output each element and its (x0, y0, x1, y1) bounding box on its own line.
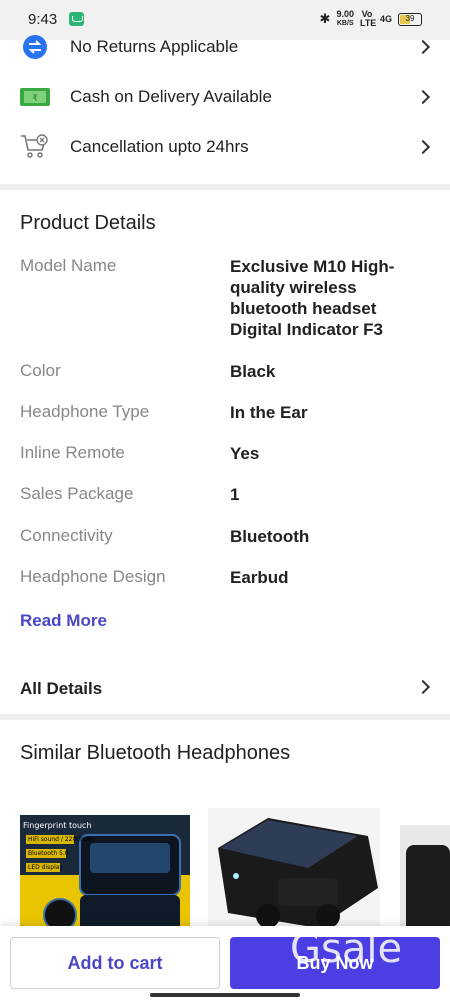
cart-cancel-icon (20, 134, 50, 160)
read-more-link[interactable]: Read More (20, 611, 107, 631)
spec-label: Connectivity (20, 526, 113, 545)
all-details-row[interactable]: All Details (0, 662, 450, 714)
spec-label: Sales Package (20, 484, 134, 503)
spec-value: In the Ear (230, 403, 308, 422)
spec-label: Inline Remote (20, 443, 125, 462)
watermark-logo: Gsale (290, 926, 403, 972)
policy-cash-on-delivery[interactable]: ₹ Cash on Delivery Available (0, 72, 450, 122)
cash-note-icon: ₹ (20, 84, 50, 110)
similar-products-title: Similar Bluetooth Headphones (20, 742, 291, 764)
spec-value: Bluetooth (230, 527, 310, 546)
similar-product-card[interactable] (400, 825, 450, 935)
chevron-right-icon (415, 89, 431, 105)
add-to-cart-button[interactable]: Add to cart (10, 937, 220, 989)
chevron-right-icon (415, 679, 431, 695)
spec-label: Color (20, 361, 61, 380)
policy-no-returns[interactable]: No Returns Applicable (0, 22, 450, 72)
product-image (400, 825, 450, 935)
chevron-right-icon (415, 139, 431, 155)
policy-label: Cash on Delivery Available (70, 87, 272, 106)
card-text: Fingerprint touch HiFi sound / 2200mAh B… (23, 819, 94, 875)
product-image (208, 808, 380, 935)
card-feature: Bluetooth 5.0 (28, 850, 69, 857)
spec-value: 1 (230, 485, 240, 504)
section-divider (0, 184, 450, 190)
svg-text:₹: ₹ (32, 94, 38, 104)
home-indicator[interactable] (150, 993, 300, 997)
card-feature: Fingerprint touch (23, 821, 92, 830)
spec-value: Black (230, 362, 276, 381)
spec-value: Yes (230, 444, 260, 463)
spec-label: Headphone Type (20, 402, 150, 421)
similar-product-card[interactable]: Fingerprint touch HiFi sound / 2200mAh B… (20, 815, 190, 935)
product-details-title: Product Details (20, 212, 156, 234)
return-arrows-icon (20, 34, 50, 60)
section-divider (0, 714, 450, 720)
spec-value: Earbud (230, 568, 289, 587)
all-details-label: All Details (20, 679, 103, 698)
spec-value: Exclusive M10 High-quality wireless blue… (230, 257, 395, 339)
chevron-right-icon (415, 39, 431, 55)
spec-label: Headphone Design (20, 567, 166, 586)
policy-label: Cancellation upto 24hrs (70, 137, 249, 156)
policy-label: No Returns Applicable (70, 37, 239, 56)
policy-cancellation[interactable]: Cancellation upto 24hrs (0, 122, 450, 172)
spec-label: Model Name (20, 256, 117, 275)
card-feature: LED display (28, 864, 63, 871)
similar-product-card[interactable] (208, 808, 380, 935)
card-feature: HiFi sound / 2200mAh (28, 836, 94, 843)
